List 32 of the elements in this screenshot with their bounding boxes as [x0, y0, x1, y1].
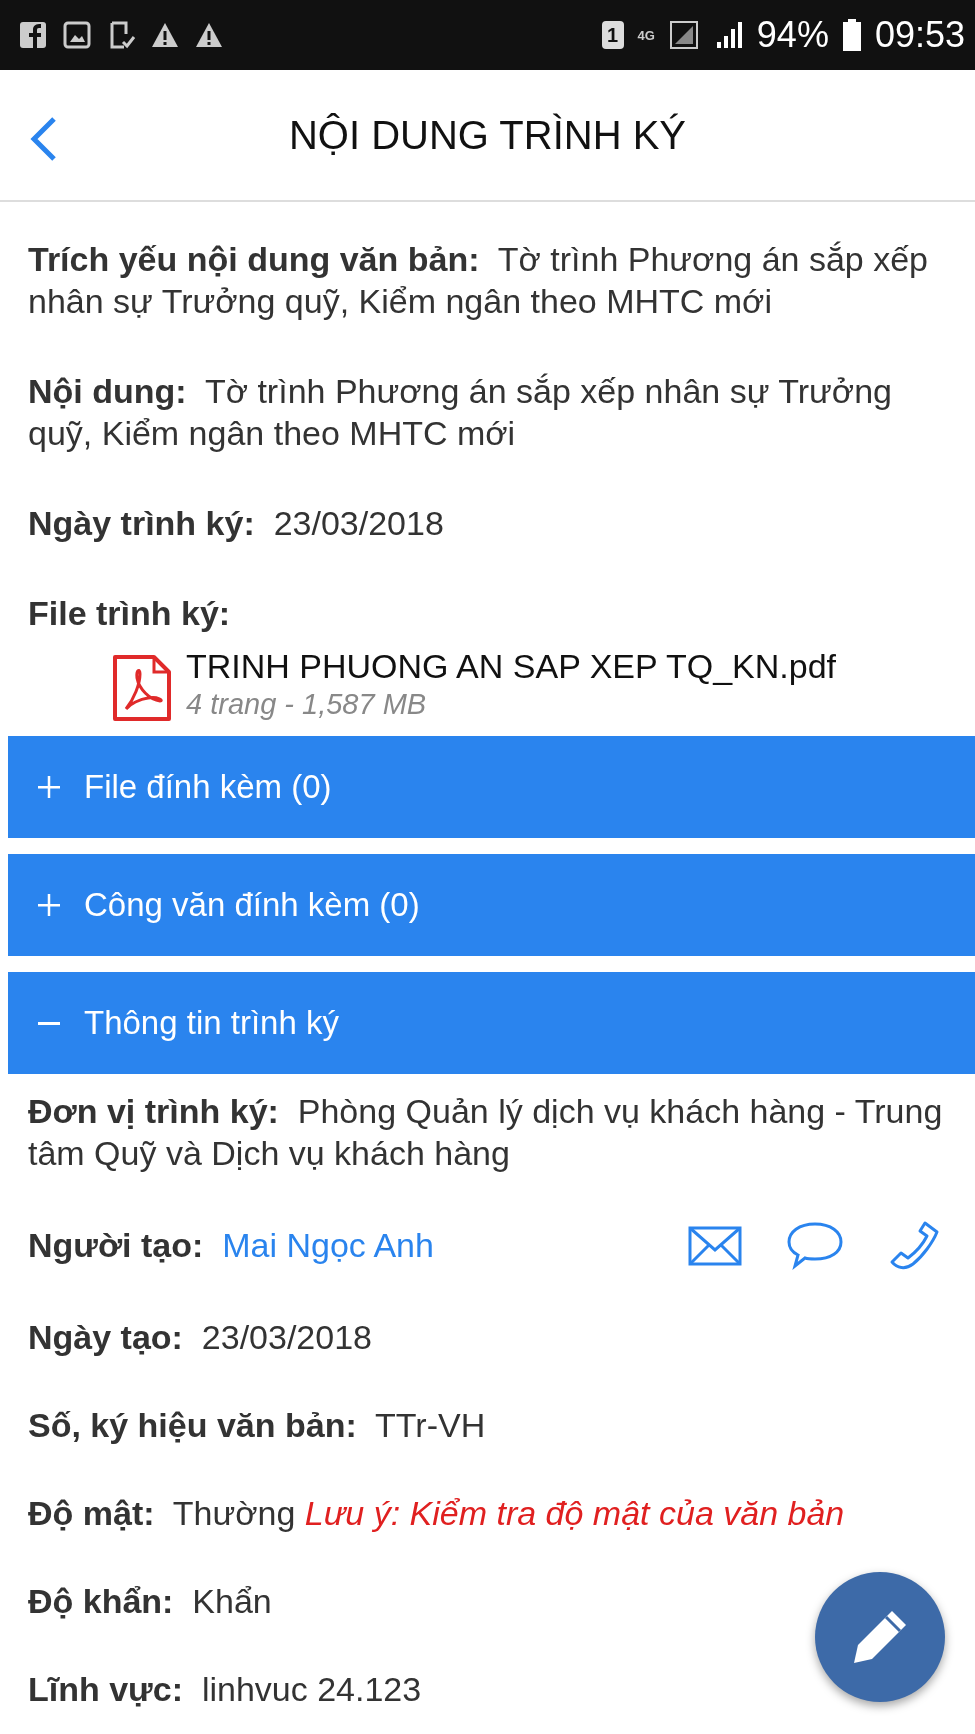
field-text: Nội dung: Tờ trình Phương án sắp xếp nhân sự Trưởng quỹ, Kiểm ngân theo MHTC mới: [28, 371, 893, 454]
file-meta: 4 trang - 1,587 MB: [186, 687, 428, 722]
field-text: Ngày trình ký: 23/03/2018: [28, 503, 445, 544]
field-text: Lĩnh vực: linhvuc 24.123: [28, 1669, 423, 1710]
sim-slot: 1: [601, 21, 624, 49]
section-header[interactable]: Công văn đính kèm (0): [8, 854, 975, 956]
section-header[interactable]: Thông tin trình ký: [8, 972, 975, 1074]
creator-link[interactable]: Mai Ngọc Anh: [222, 1224, 434, 1266]
field-text: Độ mật: Thường Lưu ý: Kiểm tra độ mật của văn bản: [28, 1493, 846, 1534]
plus-icon: [38, 894, 60, 916]
field-label: File trình ký:: [28, 593, 232, 634]
plus-icon: [38, 776, 60, 798]
battery-percent: 94%: [756, 14, 829, 56]
pdf-file-icon: [112, 654, 172, 722]
field-text: Số, ký hiệu văn bản: TTr-VH: [28, 1405, 487, 1446]
signal-icon: [668, 20, 699, 50]
edit-button[interactable]: [815, 1572, 945, 1702]
field-text: Ngày tạo: 23/03/2018: [28, 1317, 373, 1358]
image-icon: [62, 20, 92, 50]
clock: 09:53: [874, 14, 965, 56]
section-header[interactable]: File đính kèm (0): [8, 736, 975, 838]
field-label: Người tạo:: [28, 1225, 204, 1266]
battery-icon: [842, 19, 861, 51]
chat-icon[interactable]: [787, 1220, 843, 1270]
minus-icon: [38, 1021, 60, 1025]
file-name[interactable]: TRINH PHUONG AN SAP XEP TQ_KN.pdf: [186, 646, 836, 686]
facebook-icon: [18, 20, 48, 50]
page-title: NỘI DUNG TRÌNH KÝ: [288, 112, 687, 157]
field-text: Trích yếu nội dung văn bản: Tờ trình Phương án sắp xếp nhân sự Trưởng quỹ, Kiểm ngân theo MHTC mới: [28, 239, 929, 322]
field-text: Đơn vị trình ký: Phòng Quản lý dịch vụ khách hàng - Trung tâm Quỹ và Dịch vụ khách hàng: [28, 1091, 944, 1174]
field-text: Độ khẩn: Khẩn: [28, 1581, 273, 1622]
network-type: 4G: [637, 27, 655, 43]
